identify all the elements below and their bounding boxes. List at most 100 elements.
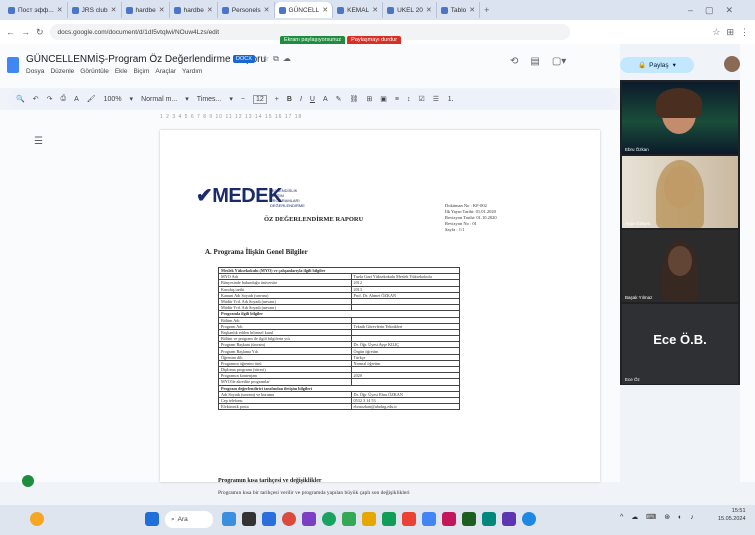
bold-icon[interactable]: B	[287, 96, 292, 103]
system-tray[interactable]: ^ ☁ ⌨ ⊛ ◐ ♪	[620, 513, 697, 521]
app-icon[interactable]	[422, 512, 436, 526]
app-icon[interactable]	[302, 512, 316, 526]
browser-menu-icon[interactable]: ⋮	[740, 27, 749, 38]
image-icon[interactable]: ▣	[380, 95, 387, 103]
app-icon[interactable]	[382, 512, 396, 526]
history-icon[interactable]: ⟲	[510, 56, 518, 67]
browser-tab[interactable]: hardbe ✕	[122, 2, 170, 18]
avatar[interactable]	[724, 56, 740, 72]
close-icon[interactable]: ✕	[57, 6, 63, 14]
extensions-icon[interactable]: ⊞	[726, 27, 734, 38]
star-icon[interactable]: ☆	[262, 54, 273, 63]
bulleted-list-icon[interactable]: ☰	[433, 95, 439, 103]
browser-tab[interactable]: UKEL 20 ✕	[383, 2, 437, 18]
chrome-icon[interactable]	[322, 512, 336, 526]
style-select[interactable]: Normal m...	[141, 96, 177, 103]
outline-icon[interactable]: ☰	[34, 136, 43, 147]
app-icon[interactable]	[242, 512, 256, 526]
window-controls-icon[interactable]: –▢✕	[688, 5, 745, 16]
menu-view[interactable]: Görüntüle	[80, 68, 109, 75]
participant-name: Ece Öz	[625, 377, 640, 382]
meet-icon[interactable]: ▢▾	[552, 56, 566, 67]
browser-tab[interactable]: Personels ✕	[218, 2, 275, 18]
start-icon[interactable]	[145, 512, 159, 526]
menu-help[interactable]: Yardım	[182, 68, 202, 75]
app-icon[interactable]	[402, 512, 416, 526]
underline-icon[interactable]: U	[310, 96, 315, 103]
app-icon[interactable]	[482, 512, 496, 526]
participant-tile[interactable]: Ayşe Gülşen	[622, 156, 738, 228]
ruler[interactable]: 1 2 3 4 5 6 7 8 9 10 11 12 13 14 15 16 1…	[160, 114, 600, 124]
font-select[interactable]: Times...	[197, 96, 222, 103]
document-title[interactable]: GÜNCELLENMİŞ-Program Öz Değerlendirme Ra…	[26, 54, 266, 65]
table-cell-value[interactable]: ebruozkan@uludag.edu.tr	[350, 403, 461, 411]
chevron-down-icon: ▾	[229, 96, 233, 103]
close-icon[interactable]: ✕	[207, 6, 213, 14]
app-icon[interactable]	[282, 512, 296, 526]
search-icon[interactable]: 🔍	[16, 95, 25, 103]
app-icon[interactable]	[502, 512, 516, 526]
close-icon[interactable]: ✕	[322, 6, 328, 14]
bookmark-star-icon[interactable]: ☆	[712, 27, 720, 38]
close-icon[interactable]: ✕	[111, 6, 117, 14]
highlight-icon[interactable]: ✎	[336, 95, 342, 103]
close-icon[interactable]: ✕	[264, 6, 270, 14]
app-icon[interactable]	[462, 512, 476, 526]
line-spacing-icon[interactable]: ↕	[407, 96, 411, 103]
close-icon[interactable]: ✕	[372, 6, 378, 14]
align-icon[interactable]: ≡	[395, 96, 399, 103]
participant-tile[interactable]: Başak Yılmaz	[622, 230, 738, 302]
reload-icon[interactable]: ↻	[36, 27, 44, 38]
browser-tab[interactable]: JRS club ✕	[68, 2, 122, 18]
taskbar-clock[interactable]: 15:51 15.05.2024	[718, 507, 746, 523]
close-icon[interactable]: ✕	[426, 6, 432, 14]
menu-insert[interactable]: Ekle	[115, 68, 128, 75]
move-folder-icon[interactable]: ⧉	[273, 54, 283, 63]
menu-file[interactable]: Dosya	[26, 68, 44, 75]
font-size-field[interactable]: 12	[253, 94, 267, 104]
redo-icon[interactable]: ↷	[47, 95, 53, 103]
comment-icon[interactable]: ⊞	[366, 95, 372, 103]
forward-icon[interactable]: →	[21, 27, 30, 37]
numbered-list-icon[interactable]: ⒈	[447, 94, 454, 104]
explore-icon[interactable]	[22, 475, 34, 487]
menu-tools[interactable]: Araçlar	[155, 68, 176, 75]
comments-icon[interactable]: ▤	[530, 56, 539, 67]
task-view-icon[interactable]	[222, 512, 236, 526]
app-icon[interactable]	[362, 512, 376, 526]
browser-tab[interactable]: KEMAL ✕	[333, 2, 384, 18]
zoom-select[interactable]: 100%	[104, 96, 122, 103]
new-tab-icon[interactable]: +	[484, 5, 489, 15]
italic-icon[interactable]: I	[300, 96, 302, 103]
font-size-increase-icon[interactable]: +	[275, 96, 279, 103]
browser-tab[interactable]: Пост эфф... ✕	[4, 2, 68, 18]
app-icon[interactable]	[442, 512, 456, 526]
docs-logo-icon[interactable]	[7, 57, 19, 73]
cloud-status-icon[interactable]: ☁	[283, 54, 295, 63]
browser-tab-active[interactable]: GÜNCELL ✕	[274, 2, 334, 18]
browser-tab[interactable]: Tablo ✕	[437, 2, 481, 18]
close-icon[interactable]: ✕	[469, 6, 475, 14]
browser-tab[interactable]: hardbe ✕	[170, 2, 218, 18]
menu-edit[interactable]: Düzenle	[50, 68, 74, 75]
app-icon[interactable]	[262, 512, 276, 526]
back-icon[interactable]: ←	[6, 27, 15, 37]
app-icon[interactable]	[342, 512, 356, 526]
print-icon[interactable]: ⎙	[60, 95, 66, 103]
app-icon[interactable]	[522, 512, 536, 526]
close-icon[interactable]: ✕	[159, 6, 165, 14]
spellcheck-icon[interactable]: A	[74, 96, 79, 103]
table-cell-key[interactable]: Elektronik posta	[218, 403, 352, 411]
link-icon[interactable]: ⛓	[350, 95, 359, 103]
paint-format-icon[interactable]: 🖌	[87, 95, 96, 103]
weather-icon[interactable]	[30, 512, 44, 526]
checklist-icon[interactable]: ☑	[419, 95, 425, 103]
participant-tile[interactable]: Ece Ö.B. Ece Öz	[622, 304, 738, 384]
undo-icon[interactable]: ↶	[33, 95, 39, 103]
taskbar-search[interactable]: ⌕ Ara	[165, 511, 213, 528]
menu-format[interactable]: Biçim	[134, 68, 150, 75]
share-button[interactable]: 🔒 Paylaş ▾	[620, 57, 694, 73]
text-color-icon[interactable]: A	[323, 96, 328, 103]
font-size-decrease-icon[interactable]: −	[241, 96, 245, 103]
participant-tile[interactable]: Ebru Özkan	[622, 82, 738, 154]
